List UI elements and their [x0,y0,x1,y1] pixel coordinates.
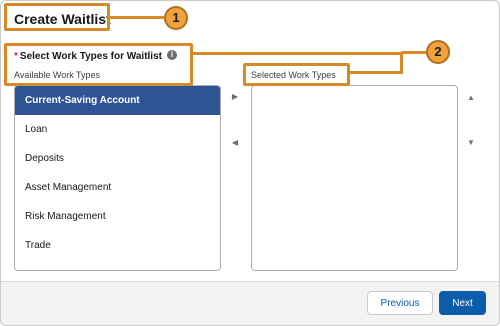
move-down-icon[interactable]: ▼ [465,137,477,149]
next-button[interactable]: Next [439,291,486,315]
list-item-current-saving-account[interactable]: Current-Saving Account [15,86,220,115]
move-up-icon[interactable]: ▲ [465,92,477,104]
list-item-asset-management[interactable]: Asset Management [15,173,220,202]
move-right-icon[interactable]: ▶ [229,91,241,103]
available-work-types-list[interactable]: Current-Saving Account Loan Deposits Ass… [14,85,221,271]
callout-line-2a [193,52,401,55]
list-item-risk-management[interactable]: Risk Management [15,202,220,231]
move-left-icon[interactable]: ◀ [229,137,241,149]
callout-line-1 [110,16,164,19]
callout-badge-1: 1 [164,6,188,30]
callout-box-2a [4,43,193,86]
callout-box-2b [243,63,350,86]
callout-line-2c [350,71,403,74]
list-item-trade[interactable]: Trade [15,231,220,260]
previous-button[interactable]: Previous [367,291,433,315]
selected-work-types-list[interactable] [251,85,458,271]
callout-line-2d [401,51,427,54]
callout-badge-2: 2 [426,40,450,64]
list-item-deposits[interactable]: Deposits [15,144,220,173]
callout-box-1 [4,3,110,31]
list-item-loan[interactable]: Loan [15,115,220,144]
